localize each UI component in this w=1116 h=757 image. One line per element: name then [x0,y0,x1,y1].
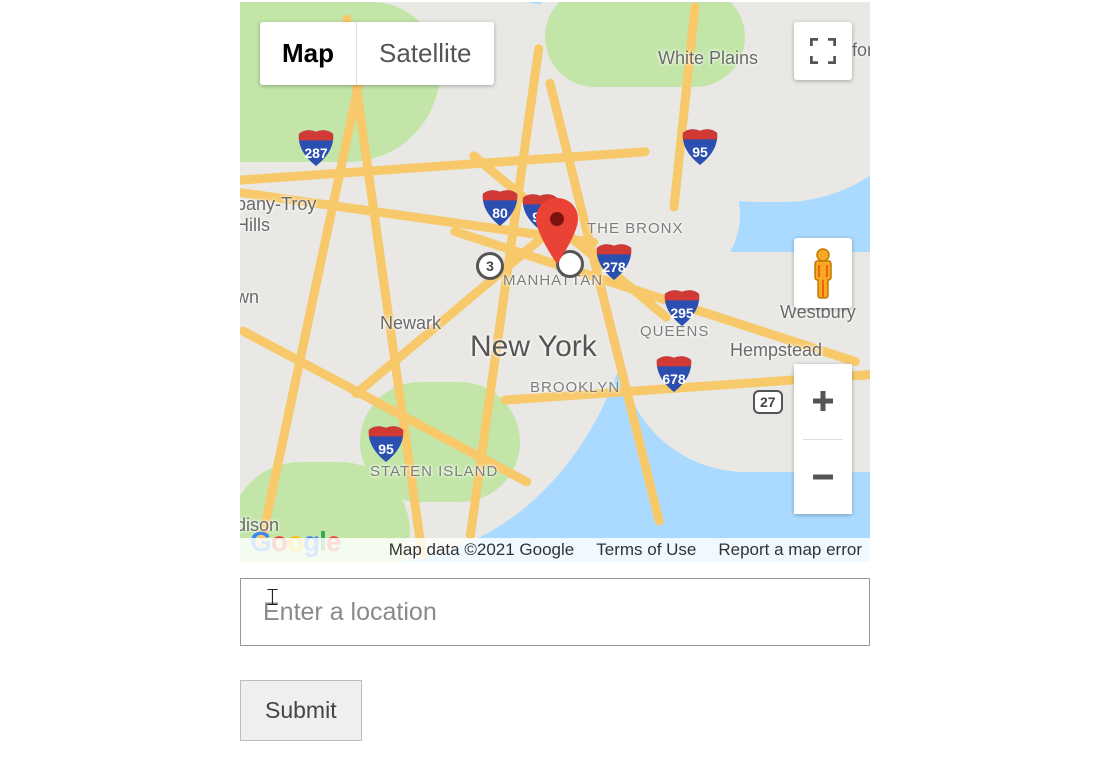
city-label-new-york: New York [470,330,597,364]
district-label-staten: STATEN ISLAND [370,463,498,480]
interstate-shield: 95 [366,424,406,462]
map-data-text: Map data ©2021 Google [389,540,575,560]
interstate-shield: 295 [662,288,702,326]
route-shield: 27 [753,390,783,414]
pegman-icon [807,247,839,299]
interstate-shield: 80 [480,188,520,226]
pegman-button[interactable] [794,238,852,308]
interstate-shield: 278 [594,242,634,280]
zoom-control [794,364,852,514]
minus-icon [810,464,836,490]
map-type-control: Map Satellite [260,22,494,85]
park-area [545,2,745,87]
zoom-out-button[interactable] [794,440,852,515]
fullscreen-icon [810,38,836,64]
city-label-newark: Newark [380,313,441,334]
district-label-bronx: THE BRONX [587,220,684,237]
city-label-town: wn [240,287,259,308]
map-type-map-button[interactable]: Map [260,22,356,85]
location-input[interactable] [240,578,870,646]
fullscreen-button[interactable] [794,22,852,80]
city-label-white-plains: White Plains [658,48,758,69]
interstate-shield: 95 [680,127,720,165]
map-canvas[interactable]: New York Newark White Plains Hempstead W… [240,2,870,562]
text-cursor-icon: 𝙸 [264,584,281,612]
interstate-shield: 287 [296,128,336,166]
map-type-satellite-button[interactable]: Satellite [357,22,494,85]
city-label-for: for [852,40,870,61]
map-marker-icon[interactable] [536,198,578,264]
city-label-parsippany: pany-Troy Hills [240,194,316,236]
interstate-shield: 678 [654,354,694,392]
terms-link[interactable]: Terms of Use [596,540,696,560]
zoom-in-button[interactable] [794,364,852,439]
map-credits: Map data ©2021 Google Terms of Use Repor… [240,538,870,562]
plus-icon [810,388,836,414]
report-error-link[interactable]: Report a map error [718,540,862,560]
district-label-manhattan: MANHATTAN [503,272,603,289]
submit-button[interactable]: Submit [240,680,362,741]
city-label-hempstead: Hempstead [730,340,822,361]
route-shield: 3 [476,252,504,280]
district-label-brooklyn: BROOKLYN [530,379,620,396]
